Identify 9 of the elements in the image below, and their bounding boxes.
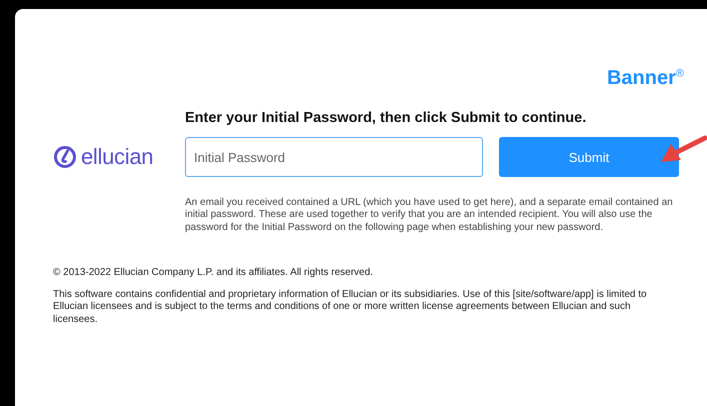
product-name: Banner$^{®}$ bbox=[606, 67, 684, 90]
help-text: An email you received contained a URL (which you have used to get here), and a separate email contained an initial password. These are used together to verify that you are an intended recipient. You will also use the password for the Initial Password on the following page when establishing your new password. bbox=[185, 197, 674, 234]
form-heading: Enter your Initial Password, then click Submit to continue. bbox=[185, 110, 588, 126]
password-field[interactable]: Initial Password bbox=[185, 137, 483, 177]
license-notice: This software contains confidential and proprietary information of Ellucian or its subsidiaries. Use of this [site/software/app] is limited to Ellucian licensees and is subject to the terms and conditions of one or more written license agreements between Ellucian and such licensees. bbox=[53, 288, 648, 326]
copyright-text: © 2013-2022 Ellucian Company L.P. and its affiliates. All rights reserved. bbox=[53, 266, 374, 278]
submit-button[interactable]: Submit bbox=[499, 137, 679, 177]
logo-icon bbox=[53, 145, 77, 169]
logo-text: ellucian bbox=[81, 144, 154, 170]
